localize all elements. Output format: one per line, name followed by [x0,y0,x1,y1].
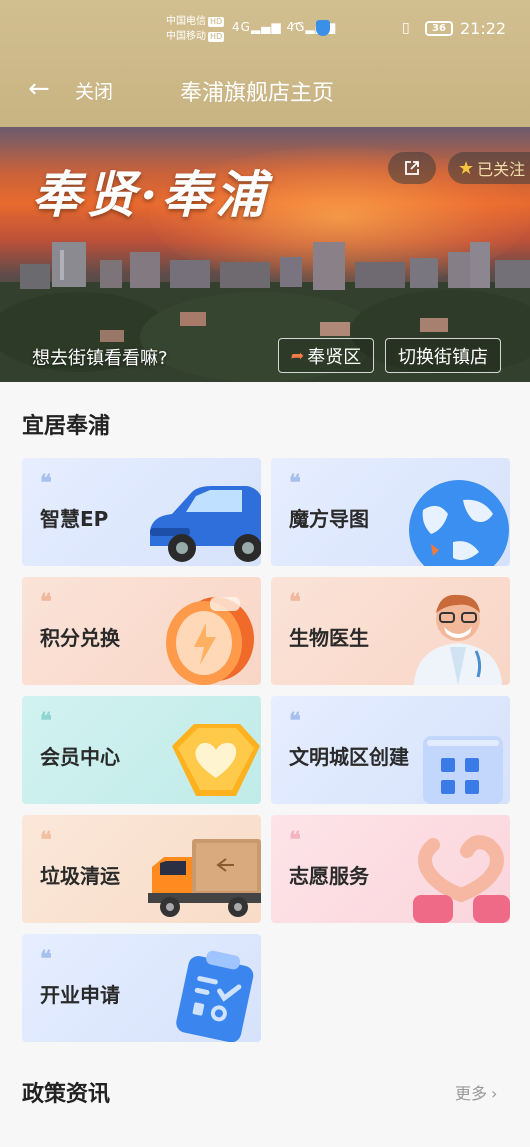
hd-badge: HD [208,32,225,42]
card-label: 开业申请 [40,983,120,1007]
district-button[interactable]: ➦ 奉贤区 [278,338,374,373]
card-points-exchange[interactable]: ❝ 积分兑换 [22,577,261,685]
share-icon [405,161,419,175]
back-pointer-icon: ➦ [290,346,305,365]
truck-icon [148,839,261,917]
visit-prompt: 想去街镇看看嘛? [32,348,168,369]
district-label: 奉贤区 [307,346,362,368]
card-label: 文明城区创建 [289,745,409,769]
card-business-application[interactable]: ❝ 开业申请 [22,934,261,1042]
heart-hands-icon [413,835,510,923]
more-link[interactable]: 更多 › [455,1080,497,1104]
quote-icon: ❝ [40,589,52,615]
coin-icon [166,597,254,685]
quote-icon: ❝ [289,589,301,615]
hero-banner: 奉贤·奉浦 ★ 已关注 想去街镇看看嘛? ➦ 奉贤区 切换街镇店 [0,127,530,382]
building-icon [423,736,503,804]
page-title: 奉浦旗舰店主页 [180,81,335,106]
card-smart-ep[interactable]: ❝ 智慧EP [22,458,261,566]
quote-icon: ❝ [40,470,52,496]
card-bio-doctor[interactable]: ❝ 生物医生 [271,577,510,685]
vibrate-icon: ▯ [402,20,410,36]
follow-button[interactable]: ★ 已关注 [448,152,530,184]
wifi-icon: ◠ [290,18,304,37]
chevron-right-icon: › [491,1084,498,1103]
card-civilized-city[interactable]: ❝ 文明城区创建 [271,696,510,804]
hd-badge: HD [208,17,225,27]
share-button[interactable] [388,152,436,184]
quote-icon: ❝ [40,827,52,853]
quote-icon: ❝ [289,708,301,734]
banner-title: 奉贤·奉浦 [32,165,270,224]
doctor-icon [414,594,502,685]
card-member-center[interactable]: ❝ 会员中心 [22,696,261,804]
close-button[interactable]: 关闭 [75,77,113,104]
carrier-1: 中国电信 [166,16,206,27]
card-label: 会员中心 [40,745,120,769]
card-volunteer-service[interactable]: ❝ 志愿服务 [271,815,510,923]
follow-label: 已关注 [477,160,526,179]
battery-icon: 36 [425,21,453,36]
star-icon: ★ [458,157,475,179]
card-label: 志愿服务 [289,864,369,888]
card-label: 智慧EP [40,507,109,531]
quote-icon: ❝ [289,470,301,496]
heart-badge-icon [172,724,260,796]
carrier-info: 中国电信 HD 中国移动 HD [166,14,225,44]
quote-icon: ❝ [40,708,52,734]
top-bar: 中国电信HD 中国移动HD 4G▂▄▆ 4G▂▄▆ ◠ ▯ 36 21:22 ←… [0,0,530,127]
card-garbage-collection[interactable]: ❝ 垃圾清运 [22,815,261,923]
card-cube-map[interactable]: ❝ 魔方导图 [271,458,510,566]
card-label: 生物医生 [289,626,369,650]
card-label: 积分兑换 [40,626,120,650]
clock: 21:22 [460,19,507,38]
more-label: 更多 [455,1084,488,1103]
main-content: 宜居奉浦 ❝ 智慧EP ❝ 魔方导图 ❝ 积分兑换 ❝ 生物医生 ❝ 会员中心 … [0,382,530,1147]
quote-icon: ❝ [40,946,52,972]
switch-town-button[interactable]: 切换街镇店 [385,338,501,373]
card-label: 魔方导图 [289,507,369,531]
car-icon [150,486,261,562]
quote-icon: ❝ [289,827,301,853]
section-title-policy: 政策资讯 [22,1082,111,1107]
globe-icon [409,480,509,566]
section-title-livable: 宜居奉浦 [22,414,111,439]
carrier-2: 中国移动 [166,31,206,42]
back-arrow-icon[interactable]: ← [28,76,50,102]
card-label: 垃圾清运 [40,864,120,888]
clipboard-icon [176,950,254,1042]
shield-icon [316,20,330,36]
status-bar: 中国电信HD 中国移动HD 4G▂▄▆ 4G▂▄▆ ◠ ▯ 36 21:22 [0,10,530,50]
